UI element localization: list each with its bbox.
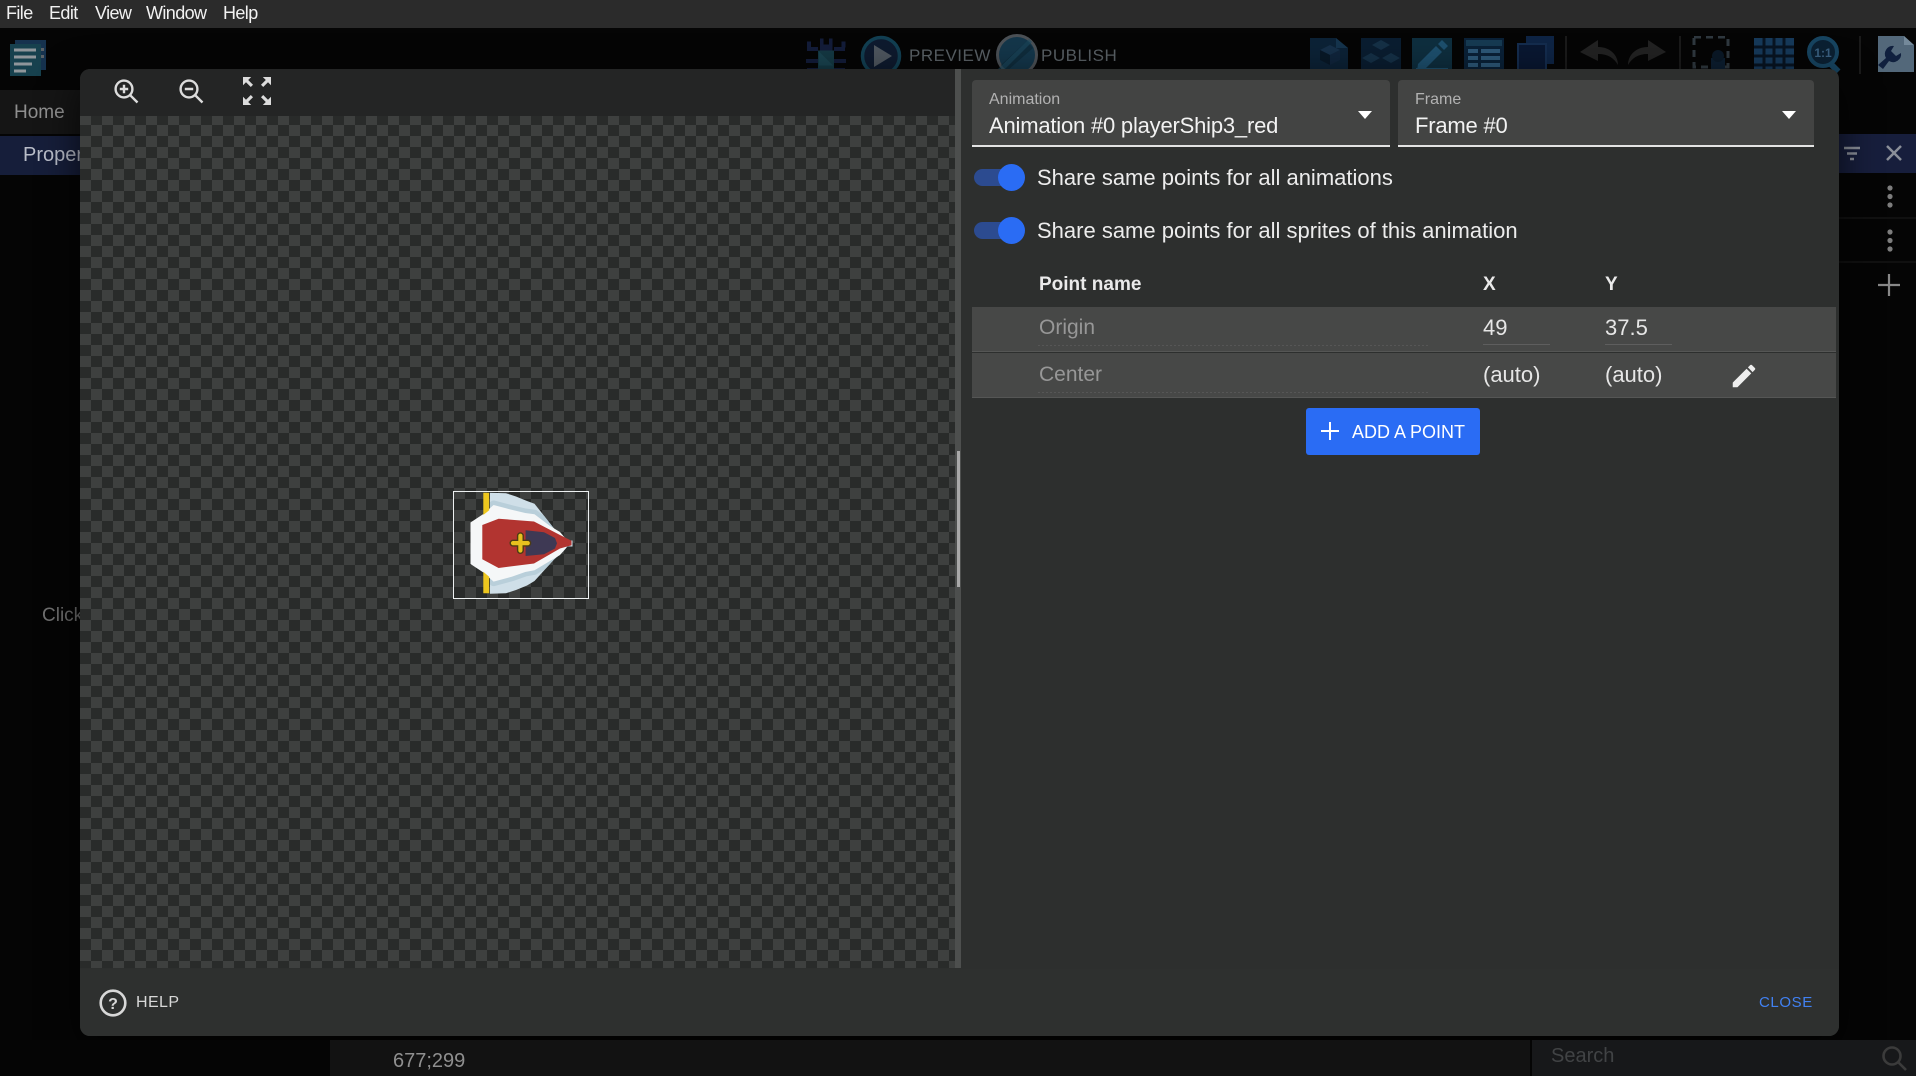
svg-text:?: ? xyxy=(108,996,118,1013)
svg-text:1:1: 1:1 xyxy=(1814,46,1832,60)
